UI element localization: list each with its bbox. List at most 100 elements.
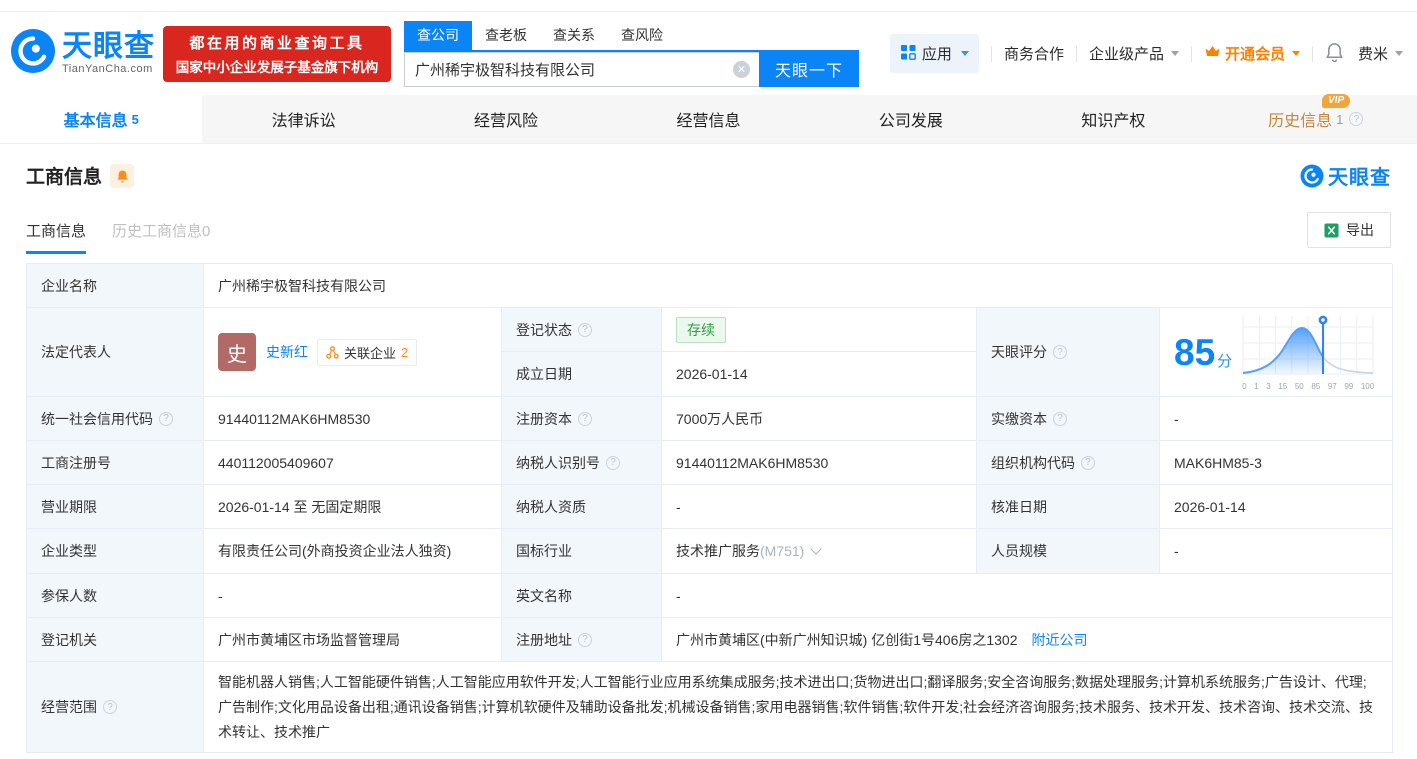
field-value-staff-size: - [1160, 529, 1393, 574]
search-tab-relation[interactable]: 查关系 [540, 21, 608, 50]
search-tabs: 查公司 查老板 查关系 查风险 [404, 21, 859, 52]
apps-menu[interactable]: 应用 [890, 34, 979, 73]
field-value-legal-rep: 史 史新红 关联企业 2 [204, 308, 502, 397]
field-label-company-type: 企业类型 [27, 529, 204, 574]
help-icon[interactable]: ? [578, 633, 592, 647]
legal-rep-avatar[interactable]: 史 [218, 333, 256, 371]
header-nav: 应用 商务合作 企业级产品 开通会员 [890, 34, 1403, 73]
subscribe-bell-button[interactable] [110, 164, 134, 188]
chevron-down-icon [1395, 51, 1403, 56]
tianyancha-watermark: 天眼查 [1300, 161, 1391, 190]
tianyancha-logo-icon [10, 28, 56, 79]
score-distribution-chart[interactable]: 01 315 5085 9799 100 [1242, 314, 1374, 391]
chevron-down-icon [1292, 51, 1300, 56]
tab-intellectual-property[interactable]: 知识产权 [1012, 95, 1214, 143]
field-value-paid-capital: - [1160, 397, 1393, 441]
nav-open-membership[interactable]: 开通会员 [1204, 43, 1300, 64]
site-header: 天眼查 TianYanCha.com 都在用的商业查询工具 国家中小企业发展子基… [0, 12, 1417, 95]
field-label-reg-authority: 登记机关 [27, 618, 204, 662]
related-companies-badge[interactable]: 关联企业 2 [317, 339, 417, 366]
help-icon[interactable]: ? [606, 456, 620, 470]
promo-banner: 都在用的商业查询工具 国家中小企业发展子基金旗下机构 [163, 26, 391, 82]
tab-operating-risk[interactable]: 经营风险 [405, 95, 607, 143]
field-label-company-name: 企业名称 [27, 264, 204, 308]
tab-operating-info[interactable]: 经营信息 [607, 95, 809, 143]
search-input[interactable] [404, 52, 759, 87]
field-label-tyc-score: 天眼评分? [977, 308, 1160, 397]
export-button[interactable]: 导出 [1307, 212, 1391, 248]
help-icon[interactable]: ? [578, 323, 592, 337]
help-icon[interactable]: ? [578, 412, 592, 426]
field-value-est-date: 2026-01-14 [662, 352, 977, 397]
search-button[interactable]: 天眼一下 [759, 52, 859, 87]
field-label-taxpayer-no: 纳税人识别号? [502, 441, 662, 485]
chevron-down-icon[interactable] [811, 543, 822, 554]
field-label-reg-capital: 注册资本? [502, 397, 662, 441]
legal-rep-link[interactable]: 史新红 [266, 342, 308, 362]
search-block: 查公司 查老板 查关系 查风险 ✕ 天眼一下 [404, 21, 859, 87]
subtab-history-business-info[interactable]: 历史工商信息0 [112, 220, 210, 254]
search-tab-risk[interactable]: 查风险 [608, 21, 676, 50]
field-label-legal-rep: 法定代表人 [27, 308, 204, 397]
search-tab-boss[interactable]: 查老板 [472, 21, 540, 50]
clear-search-icon[interactable]: ✕ [733, 61, 750, 78]
help-icon[interactable]: ? [1053, 345, 1067, 359]
field-value-approve-date: 2026-01-14 [1160, 485, 1393, 529]
field-label-taxpayer-quality: 纳税人资质 [502, 485, 662, 529]
excel-icon [1324, 223, 1339, 238]
nav-enterprise-products[interactable]: 企业级产品 [1089, 43, 1179, 64]
business-info-table: 企业名称 广州稀宇极智科技有限公司 法定代表人 史 史新红 关联企业 2 [26, 263, 1392, 753]
score-axis-ticks: 01 315 5085 9799 100 [1242, 382, 1374, 391]
user-menu[interactable]: 费米 [1358, 43, 1403, 64]
field-label-staff-size: 人员规模 [977, 529, 1160, 574]
field-label-est-date: 成立日期 [502, 352, 662, 397]
score-number: 85 [1174, 334, 1215, 371]
field-value-tyc-score: 85 分 [1160, 308, 1393, 397]
field-value-reg-authority: 广州市黄埔区市场监督管理局 [204, 618, 502, 662]
field-value-taxpayer-quality: - [662, 485, 977, 529]
tab-history-count: 1 [1336, 112, 1343, 127]
field-label-approve-date: 核准日期 [977, 485, 1160, 529]
field-value-org-code: MAK6HM85-3 [1160, 441, 1393, 485]
user-name: 费米 [1358, 43, 1388, 64]
bell-icon [116, 169, 129, 183]
notification-bell[interactable] [1325, 42, 1344, 66]
promo-line2: 国家中小企业发展子基金旗下机构 [176, 56, 379, 76]
search-tab-company[interactable]: 查公司 [404, 21, 472, 50]
field-value-business-scope: 智能机器人销售;人工智能硬件销售;人工智能应用软件开发;人工智能行业应用系统集成… [204, 662, 1393, 753]
apps-label: 应用 [922, 43, 952, 64]
brand-name: 天眼查 [62, 32, 155, 62]
page-top-divider [0, 0, 1417, 12]
chevron-down-icon [961, 51, 969, 56]
nav-business-coop[interactable]: 商务合作 [1004, 43, 1064, 64]
field-value-company-type: 有限责任公司(外商投资企业法人独资) [204, 529, 502, 574]
nearby-companies-link[interactable]: 附近公司 [1032, 630, 1088, 650]
help-icon[interactable]: ? [1053, 412, 1067, 426]
tab-basic-info[interactable]: 基本信息 5 [0, 95, 202, 143]
score-unit: 分 [1217, 350, 1232, 371]
tab-basic-count: 5 [132, 112, 139, 127]
help-icon[interactable]: ? [159, 412, 173, 426]
field-label-paid-capital: 实缴资本? [977, 397, 1160, 441]
field-value-taxpayer-no: 91440112MAK6HM8530 [662, 441, 977, 485]
field-label-reg-status: 登记状态? [502, 308, 662, 352]
help-icon[interactable]: ? [103, 700, 117, 714]
brand-domain: TianYanCha.com [62, 63, 155, 75]
field-label-credit-code: 统一社会信用代码? [27, 397, 204, 441]
tianyancha-logo[interactable]: 天眼查 TianYanCha.com [10, 28, 155, 79]
field-label-insured-count: 参保人数 [27, 574, 204, 618]
field-value-industry[interactable]: 技术推广服务 (M751) [662, 529, 977, 574]
field-label-reg-no: 工商注册号 [27, 441, 204, 485]
field-value-term: 2026-01-14 至 无固定期限 [204, 485, 502, 529]
tab-company-development[interactable]: 公司发展 [810, 95, 1012, 143]
field-value-company-name: 广州稀宇极智科技有限公司 [204, 264, 1393, 308]
field-label-reg-address: 注册地址? [502, 618, 662, 662]
help-icon[interactable]: ? [1081, 456, 1095, 470]
subtab-business-info[interactable]: 工商信息 [26, 220, 86, 254]
field-label-org-code: 组织机构代码? [977, 441, 1160, 485]
promo-line1: 都在用的商业查询工具 [189, 32, 364, 53]
tab-history-info[interactable]: 历史信息 VIP 1 ? [1215, 95, 1417, 143]
help-icon[interactable]: ? [1349, 112, 1363, 126]
tab-legal-litigation[interactable]: 法律诉讼 [202, 95, 404, 143]
field-value-reg-address: 广州市黄埔区(中新广州知识城) 亿创街1号406房之1302 附近公司 [662, 618, 1393, 662]
